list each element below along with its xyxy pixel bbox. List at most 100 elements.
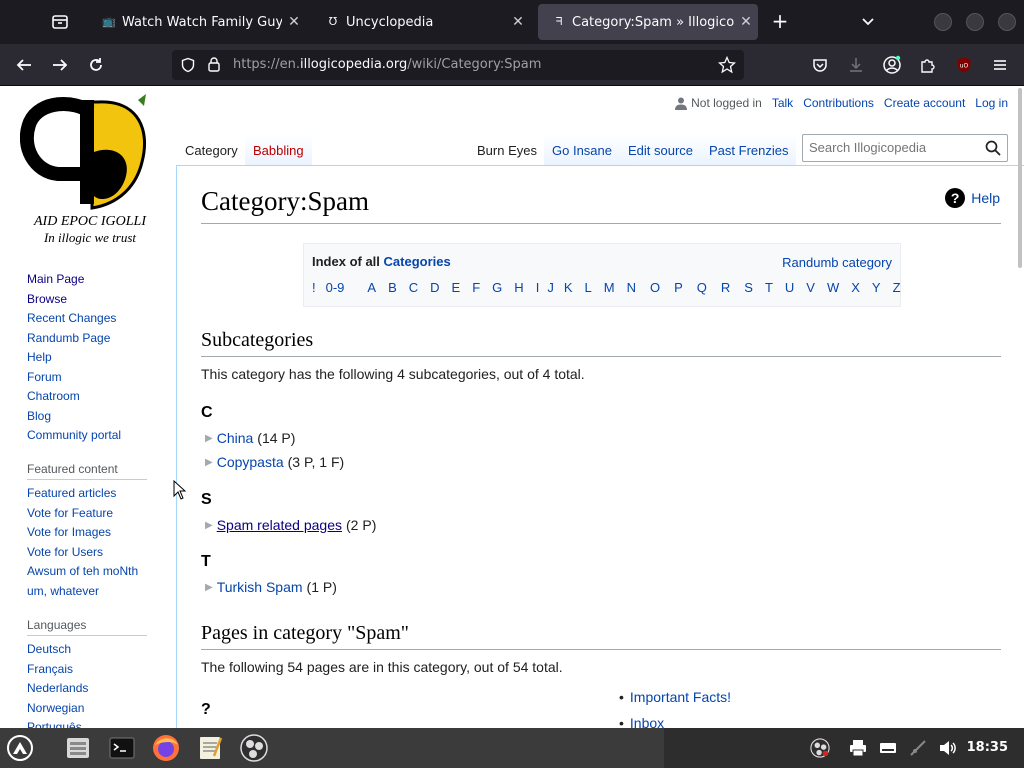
tab-category-spam[interactable]: ᖷ Category:Spam » Illogicoped ✕ [538,4,758,40]
letter-index-link[interactable]: C [409,280,418,295]
expand-arrow-icon[interactable]: ▶ [205,457,213,468]
tab-category[interactable]: Category [177,134,246,166]
letter-index-link[interactable]: U [785,280,794,295]
sidebar-item-lang-francais[interactable]: Français [27,662,73,676]
close-window-button[interactable] [998,13,1016,31]
randumb-category-link[interactable]: Randumb category [782,255,892,270]
clock[interactable]: 18:35 [967,740,1008,755]
address-bar[interactable]: https://en.illogicopedia.org/wiki/Catego… [172,50,744,80]
sidebar-item-lang-portugues[interactable]: Português [27,720,82,728]
tray-keyboard[interactable] [878,738,898,758]
sidebar-item-lang-norwegian[interactable]: Norwegian [27,701,84,715]
page-link[interactable]: Important Facts! [619,689,731,705]
subcategory-link[interactable]: Spam related pages [217,517,342,533]
expand-arrow-icon[interactable]: ▶ [205,520,213,531]
app-menu-button[interactable] [988,53,1012,77]
files-app-button[interactable] [62,732,94,764]
site-logo[interactable]: AID EPOC IGOLLI In illogic we trust [19,92,160,245]
subcategory-link[interactable]: Turkish Spam [217,579,303,595]
tray-volume[interactable] [938,738,958,758]
tab-go-insane[interactable]: Go Insane [544,134,620,166]
sidebar-item-recent-changes[interactable]: Recent Changes [27,311,116,325]
tray-obs[interactable] [810,738,830,758]
letter-index-link[interactable]: K [564,280,573,295]
letter-index-link[interactable]: L [584,280,591,295]
extensions-button[interactable] [916,53,940,77]
sidebar-item-blog[interactable]: Blog [27,409,51,423]
sidebar-item-vote-for-users[interactable]: Vote for Users [27,545,103,559]
new-tab-button[interactable]: + [768,10,792,34]
close-tab-icon[interactable]: ✕ [282,14,306,30]
letter-index-link[interactable]: B [388,280,397,295]
search-icon[interactable] [985,140,1001,156]
create-account-link[interactable]: Create account [884,96,965,110]
tab-burn-eyes[interactable]: Burn Eyes [469,134,545,166]
tab-uncyclopedia[interactable]: Ʊ Uncyclopedia ✕ [312,4,530,40]
sidebar-item-lang-nederlands[interactable]: Nederlands [27,681,88,695]
close-tab-icon[interactable]: ✕ [506,14,530,30]
tray-printer[interactable] [848,738,868,758]
tab-babbling[interactable]: Babbling [245,134,312,166]
sidebar-item-um-whatever[interactable]: um, whatever [27,584,99,598]
letter-index-link[interactable]: A [367,280,376,295]
expand-arrow-icon[interactable]: ▶ [205,582,213,593]
sidebar-item-awsum-of-teh-month[interactable]: Awsum of teh moNth [27,564,138,578]
obs-app-button[interactable] [238,732,270,764]
sidebar-item-browse[interactable]: Browse [27,292,67,306]
letter-index-link[interactable]: R [721,280,730,295]
tab-past-frenzies[interactable]: Past Frenzies [701,134,797,166]
contributions-link[interactable]: Contributions [803,96,874,110]
terminal-app-button[interactable] [106,732,138,764]
bookmark-star-icon[interactable] [718,56,736,74]
expand-arrow-icon[interactable]: ▶ [205,433,213,444]
subcategory-link[interactable]: Copypasta [217,454,284,470]
letter-index-link[interactable]: ! [312,280,316,295]
letter-index-link[interactable]: Y [872,280,881,295]
close-tab-icon[interactable]: ✕ [734,14,758,30]
start-menu-button[interactable] [4,732,36,764]
letter-index-link[interactable]: X [851,280,860,295]
tab-edit-source[interactable]: Edit source [620,134,702,166]
pocket-button[interactable] [808,53,832,77]
letter-index-link[interactable]: S [744,280,753,295]
letter-index-link[interactable]: F [472,280,480,295]
log-in-link[interactable]: Log in [975,96,1008,110]
letter-index-link[interactable]: Z [893,280,901,295]
letter-index-link[interactable]: M [604,280,615,295]
letter-index-link[interactable]: G [492,280,502,295]
tray-network[interactable] [908,738,928,758]
letter-index-link[interactable]: Q [697,280,707,295]
sidebar-item-randumb-page[interactable]: Randumb Page [27,331,110,345]
minimize-button[interactable] [934,13,952,31]
sidebar-item-featured-articles[interactable]: Featured articles [27,486,116,500]
sidebar-item-forum[interactable]: Forum [27,370,62,384]
letter-index-link[interactable]: T [765,280,773,295]
sidebar-item-vote-for-images[interactable]: Vote for Images [27,525,111,539]
page-link[interactable]: Inbox [619,715,664,728]
letter-index-link[interactable]: D [430,280,439,295]
search-input[interactable] [809,140,979,155]
firefox-app-button[interactable] [150,732,182,764]
maximize-button[interactable] [966,13,984,31]
account-button[interactable] [880,53,904,77]
letter-index-link[interactable]: V [806,280,815,295]
ublock-button[interactable]: uO [952,53,976,77]
categories-link[interactable]: Categories [384,254,451,269]
help-link[interactable]: ? Help [945,188,1000,208]
firefox-view-button[interactable] [48,11,72,33]
letter-index-link[interactable]: N [627,280,636,295]
letter-index-link[interactable]: E [452,280,461,295]
letter-index-link[interactable]: H [514,280,523,295]
downloads-button[interactable] [844,53,868,77]
talk-link[interactable]: Talk [772,96,793,110]
letter-index-link[interactable]: I [536,280,540,295]
tab-family-guy[interactable]: 📺 Watch Watch Family Guy Onl ✕ [88,4,306,40]
sidebar-item-help[interactable]: Help [27,350,52,364]
letter-index-link[interactable]: 0-9 [326,280,345,295]
back-button[interactable] [12,53,36,77]
sidebar-item-vote-for-feature[interactable]: Vote for Feature [27,506,113,520]
letter-index-link[interactable]: W [827,280,839,295]
forward-button[interactable] [48,53,72,77]
sidebar-item-community-portal[interactable]: Community portal [27,428,121,442]
letter-index-link[interactable]: P [674,280,683,295]
